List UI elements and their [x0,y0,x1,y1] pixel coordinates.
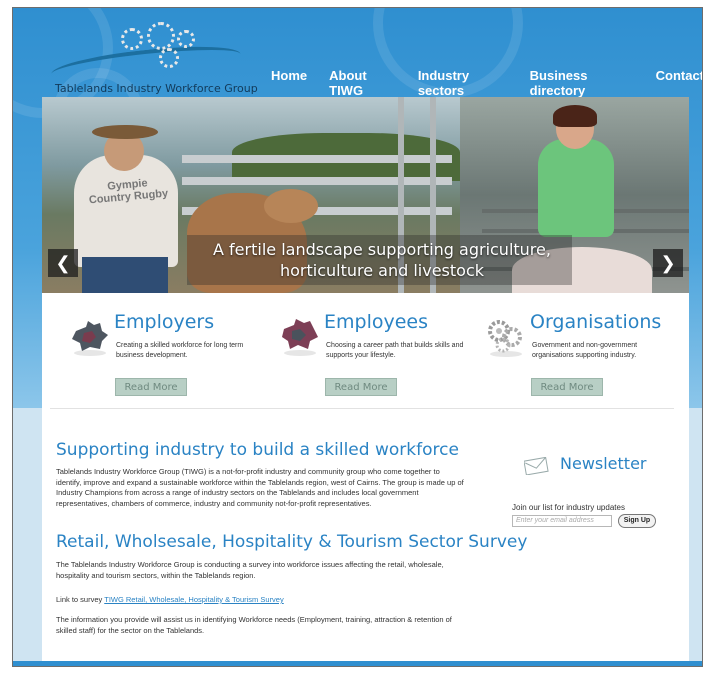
survey-link[interactable]: TIWG Retail, Wholesale, Hospitality & To… [104,595,284,604]
fence-rail [182,155,452,163]
envelope-icon [524,457,549,475]
heading-skilled-workforce: Supporting industry to build a skilled w… [56,440,459,460]
survey-paragraph: The Tablelands Industry Workforce Group … [56,560,444,580]
nav-industry-sectors[interactable]: Industry sectors [418,68,508,98]
slider-prev-button[interactable]: ❮ [48,249,78,277]
nav-business-directory[interactable]: Business directory [530,68,634,98]
nav-contact[interactable]: Contact [656,68,702,98]
logo-swoosh [50,40,242,88]
info-paragraph: The information you provide will assist … [56,615,452,635]
feature-title: Employers [114,311,215,333]
hero-slider: Gympie Country Rugby A fertile landscape… [42,97,689,293]
site-logo[interactable]: Tablelands Industry Workforce Group [50,20,258,96]
feature-description: Government and non-government organisati… [532,342,638,359]
feature-description: Creating a skilled workforce for long te… [116,342,244,359]
feature-title: Organisations [530,311,662,333]
puzzle-icon [72,321,108,356]
signup-button[interactable]: Sign Up [618,514,656,528]
footer-band [13,661,702,666]
read-more-button[interactable]: Read More [115,378,187,396]
survey-link-line: Link to survey TIWG Retail, Wholesale, H… [56,595,464,606]
nav-home[interactable]: Home [271,68,307,98]
puzzle-icon [282,319,318,356]
slider-caption: A fertile landscape supporting agricultu… [213,240,551,280]
heading-survey: Retail, Wholsesale, Hospitality & Touris… [56,532,528,552]
fence-rail [182,177,452,185]
gears-icon [488,320,522,357]
browser-frame: Tablelands Industry Workforce Group Home… [12,7,703,667]
logo-text: Tablelands Industry Workforce Group [55,82,258,95]
slider-next-button[interactable]: ❯ [653,249,683,277]
section-divider [50,408,674,409]
feature-employers: Employers Creating a skilled workforce f… [70,311,270,401]
logo-gear-icon [177,30,195,48]
chevron-right-icon: ❯ [660,253,676,273]
newsletter-note: Join our list for industry updates [512,503,625,512]
woman-figure [538,139,614,237]
feature-title: Employees [324,311,428,333]
cow-head [264,189,318,223]
main-nav: Home About TIWG Industry sectors Busines… [271,68,702,98]
man-jeans [82,257,168,293]
intro-paragraph: Tablelands Industry Workforce Group (TIW… [56,467,464,508]
read-more-button[interactable]: Read More [325,378,397,396]
logo-gear-icon [121,28,143,50]
man-figure [74,155,178,267]
feature-organisations: Organisations Government and non-governm… [486,311,686,401]
logo-gear-icon [159,48,179,68]
read-more-button[interactable]: Read More [531,378,603,396]
woman-hair [553,105,597,127]
man-hat [92,125,158,139]
survey-link-prefix: Link to survey [56,595,105,604]
content-panel: Gympie Country Rugby A fertile landscape… [42,97,689,666]
newsletter-email-input[interactable]: Enter your email address [512,515,612,527]
nav-about[interactable]: About TIWG [329,68,396,98]
newsletter-title: Newsletter [560,454,647,473]
chevron-left-icon: ❮ [55,253,71,273]
logo-gear-icon [147,22,175,50]
feature-description: Choosing a career path that builds skill… [326,342,464,359]
feature-employees: Employees Choosing a career path that bu… [280,311,480,401]
